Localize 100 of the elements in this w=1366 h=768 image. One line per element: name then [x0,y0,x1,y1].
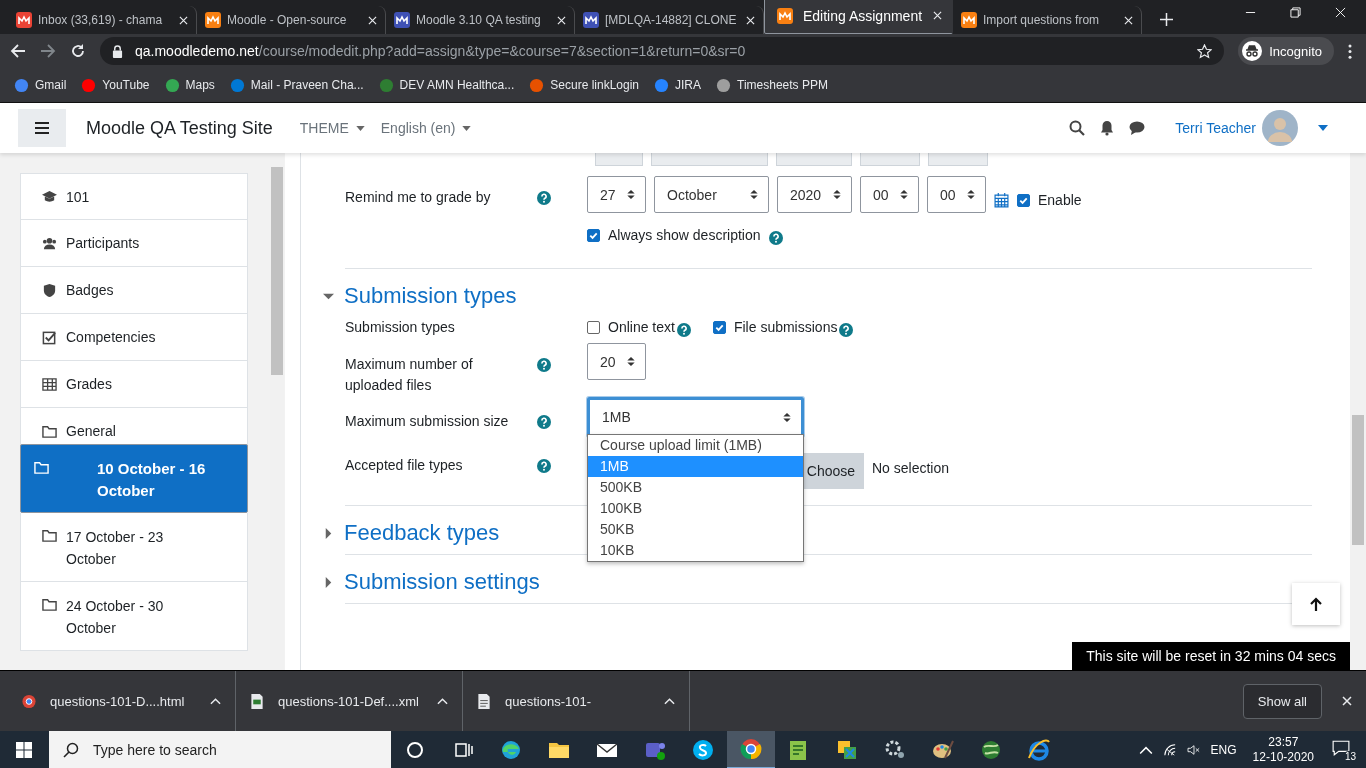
close-icon[interactable] [557,15,566,25]
file-icon [477,693,491,709]
chevron-up-icon[interactable] [1138,744,1153,756]
sidebar-item[interactable]: Grades [20,361,248,408]
menu-icon [35,122,49,134]
back-icon[interactable] [10,43,26,59]
address-bar[interactable]: qa.moodledemo.net/course/modedit.php?add=assign&type=&course=7&section=1&return=0&sr=0 [100,37,1225,65]
profile-button[interactable]: Incognito [1238,37,1334,65]
checkbox[interactable] [1017,193,1030,207]
forward-icon[interactable] [40,43,56,59]
star-icon[interactable] [1197,43,1213,59]
clock[interactable]: 23:57 12-10-2020 [1252,735,1314,765]
caret-up-icon[interactable] [437,697,448,705]
bell-icon[interactable] [1099,120,1116,136]
notification-button[interactable]: 13 [1332,740,1354,760]
caret-up-icon[interactable] [664,697,675,705]
bookmark[interactable]: Secure linkLogin [529,77,639,93]
expand-icon[interactable] [323,527,334,539]
notification-count: 13 [1342,751,1358,762]
sidebar-item[interactable]: 17 October - 23 October [20,513,248,582]
user-name[interactable]: Terri Teacher [1175,120,1256,136]
dropdown-option[interactable]: 100KB [588,498,803,519]
windows-start-icon[interactable] [16,742,32,758]
chat-icon[interactable] [1129,120,1146,136]
speaker-muted-icon[interactable] [1186,744,1201,756]
help-icon[interactable] [839,322,854,337]
help-icon[interactable] [676,322,691,337]
section-heading[interactable]: Feedback types [344,520,500,546]
dropdown-option[interactable]: Course upload limit (1MB) [588,435,803,456]
bookmark[interactable]: Maps [164,77,215,93]
search-icon[interactable] [1069,120,1086,136]
date-select[interactable]: 00 [927,176,986,213]
new-tab-icon[interactable] [1160,13,1173,26]
tab-title: Editing Assignment [803,7,923,24]
help-icon[interactable] [537,459,551,473]
caret-icon [967,189,975,200]
browser-tab[interactable]: Editing Assignment [764,0,953,34]
bookmark[interactable]: Gmail [14,77,67,93]
restore-icon[interactable] [1290,6,1301,18]
nav-menu[interactable]: THEME [299,120,365,136]
sidebar-label: 17 October - 23 October [66,528,165,569]
bookmark[interactable]: JIRA [654,77,702,93]
sidebar-item[interactable]: 101 [20,173,248,220]
tab-title: [MDLQA-14882] CLONE [605,13,738,27]
caret-icon[interactable] [1318,125,1328,131]
date-select[interactable]: 2020 [777,176,852,213]
bookmark-icon [229,77,245,93]
caret-up-icon[interactable] [210,697,221,705]
sidebar-item[interactable]: 24 October - 30 October [20,582,248,651]
date-select[interactable]: October [654,176,769,213]
menu-button[interactable] [18,109,66,147]
field-label: Remind me to grade by [345,188,492,207]
wifi-icon[interactable] [1162,744,1177,756]
close-icon[interactable] [1124,15,1133,25]
dropdown-option[interactable]: 10KB [588,540,803,561]
checkbox-label: Always show description [608,226,761,245]
date-select[interactable]: 27 [587,176,646,213]
checkbox[interactable] [587,229,600,242]
close-icon[interactable] [1342,696,1352,706]
close-icon[interactable] [368,15,377,25]
site-icon [16,12,32,28]
date-select[interactable]: 00 [860,176,919,213]
reload-icon[interactable] [70,43,86,59]
sidebar-item[interactable]: Competencies [20,314,248,361]
expand-icon[interactable] [323,576,334,588]
checkbox[interactable] [712,321,726,334]
section-heading[interactable]: Submission settings [344,569,540,595]
users-icon [41,235,58,251]
dropdown-option[interactable]: 50KB [588,519,803,540]
section-heading[interactable]: Submission types [344,283,517,309]
menu-icon[interactable] [1348,43,1352,59]
search-input[interactable]: Type here to search [91,741,345,759]
checkbox[interactable] [587,321,600,334]
incognito-icon [1242,41,1263,61]
help-icon[interactable] [537,358,551,372]
sidebar-item[interactable]: Badges [20,267,248,314]
nav-menu[interactable]: English (en) [380,120,472,136]
bookmark[interactable]: Mail - Praveen Cha... [229,77,364,93]
search-field[interactable]: Type here to search [49,731,391,768]
scrollbar[interactable] [1350,153,1366,670]
file-icon [250,693,264,709]
site-name[interactable]: Moodle QA Testing Site [86,117,273,139]
calendar-icon[interactable] [994,192,1009,208]
bookmark[interactable]: Timesheets PPM [716,77,828,93]
close-icon[interactable] [179,15,188,25]
back-to-top-button[interactable] [1292,583,1340,625]
sidebar-item[interactable]: Participants [20,220,248,267]
show-all-button[interactable]: Show all [1242,683,1322,719]
close-icon[interactable] [933,11,942,20]
caret-icon [627,189,635,200]
sidebar-item[interactable]: 10 October - 16 October [20,444,248,513]
close-icon[interactable] [746,15,755,25]
bookmark[interactable]: YouTube [81,77,150,93]
help-icon[interactable] [537,191,551,205]
checkbox-icon [41,329,58,345]
language-indicator[interactable]: ENG [1210,743,1237,757]
help-icon[interactable] [768,230,783,245]
number-select[interactable]: 20 [587,343,646,380]
help-icon[interactable] [537,415,551,429]
bookmark[interactable]: DEV AMN Healthca... [378,77,515,93]
